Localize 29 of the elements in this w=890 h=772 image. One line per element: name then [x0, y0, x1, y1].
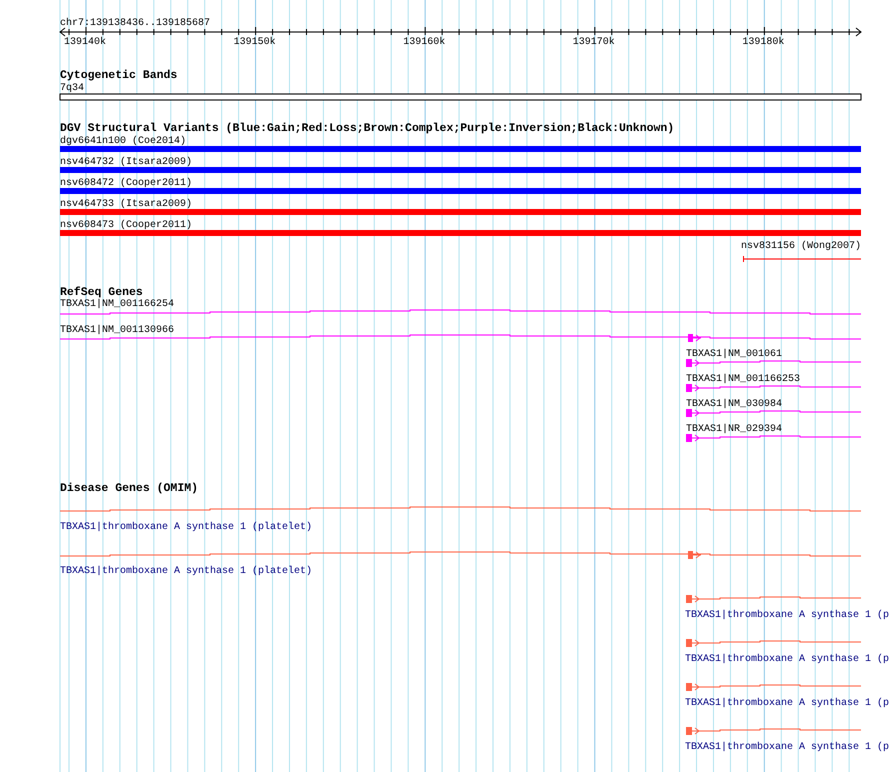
- gene-label: TBXAS1|NM_001061: [686, 349, 782, 360]
- tick-label: 139180k: [742, 37, 784, 48]
- gene-label: TBXAS1|thromboxane A synthase 1 (platelet): [60, 522, 312, 533]
- variant-label: nsv608472 (Cooper2011): [60, 178, 192, 189]
- variant-label: nsv464732 (Itsara2009): [60, 157, 192, 168]
- tick-label: 139160k: [403, 37, 446, 48]
- gene-label: TBXAS1|thromboxane A synthase 1 (p: [685, 654, 890, 665]
- variant-label: dgv6641n100 (Coe2014): [60, 136, 186, 147]
- variant-label: nsv608473 (Cooper2011): [60, 220, 192, 231]
- tick-label: 139140k: [64, 37, 106, 48]
- tick-label: 139170k: [572, 37, 615, 48]
- gene-label: TBXAS1|NM_030984: [686, 399, 782, 410]
- gene-label: TBXAS1|thromboxane A synthase 1 (p: [685, 698, 890, 709]
- tick-label: 139150k: [234, 37, 276, 48]
- gene-label: TBXAS1|thromboxane A synthase 1 (p: [685, 610, 890, 621]
- track-title: RefSeq Genes: [60, 286, 143, 299]
- track-title: DGV Structural Variants (Blue:Gain;Red:Loss;Brown:Complex;Purple:Inversion;Black:Unknown): [60, 122, 674, 135]
- track-title: Cytogenetic Bands: [60, 69, 178, 82]
- variant-label: nsv831156 (Wong2007): [740, 241, 861, 252]
- gene-label: TBXAS1|thromboxane A synthase 1 (p: [685, 742, 890, 753]
- variant-label: nsv464733 (Itsara2009): [60, 199, 192, 210]
- gene-label: TBXAS1|NM_001166253: [686, 374, 800, 385]
- gene-label: TBXAS1|NM_001130966: [60, 325, 174, 336]
- gene-label: TBXAS1|NR_029394: [686, 424, 782, 435]
- gene-label: TBXAS1|thromboxane A synthase 1 (platelet): [60, 566, 312, 577]
- track-title: Disease Genes (OMIM): [60, 482, 198, 495]
- band-label: 7q34: [60, 83, 84, 94]
- gene-label: TBXAS1|NM_001166254: [60, 299, 174, 310]
- locus-label: chr7:139138436..139185687: [60, 18, 210, 29]
